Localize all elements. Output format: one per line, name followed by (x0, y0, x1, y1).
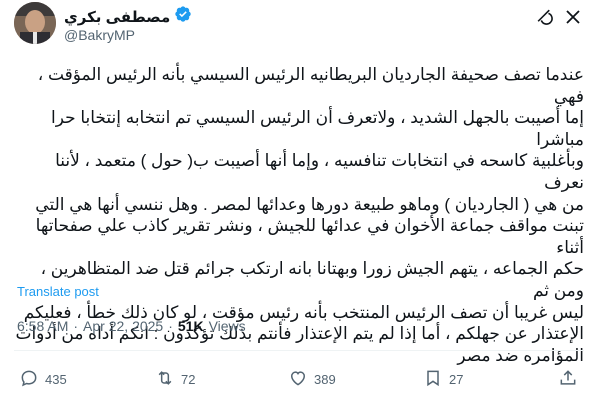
bookmark-icon (423, 368, 443, 391)
repost-icon (155, 368, 175, 391)
author-display-name[interactable]: مصطفى بكري (64, 8, 170, 26)
repost-button[interactable]: 72 (155, 364, 195, 394)
repost-count: 72 (181, 371, 196, 387)
bookmark-button[interactable]: 27 (423, 364, 463, 394)
more-options-button[interactable] (562, 8, 584, 30)
meta-separator: · (73, 318, 79, 334)
reply-button[interactable]: 435 (19, 364, 67, 394)
heart-icon (288, 368, 308, 391)
tweet-date[interactable]: Apr 22, 2025 (83, 318, 163, 334)
tweet-line: وبأغلبية كاسحه في انتخابات تنافسيه ، وإم… (55, 151, 584, 192)
reply-icon (19, 368, 39, 391)
avatar[interactable] (14, 2, 56, 44)
share-button[interactable] (558, 364, 578, 394)
translate-post-link[interactable]: Translate post (17, 284, 99, 299)
tweet-header: مصطفى بكري @BakryMP (0, 0, 598, 60)
views-count[interactable]: 51K (178, 318, 204, 334)
author-handle[interactable]: @BakryMP (64, 27, 135, 43)
tweet-time[interactable]: 6:58 AM (17, 318, 68, 334)
share-icon (558, 368, 578, 391)
tweet-line: إما أصيبت بالجهل الشديد ، ولاتعرف أن الر… (51, 108, 584, 149)
divider (14, 350, 584, 351)
tweet-line: تبنت مواقف جماعة الأخوان في عدائها للجيش… (35, 216, 584, 257)
tweet-line: عندما تصف صحيفة الجارديان البريطانيه الر… (37, 65, 584, 106)
bookmark-count: 27 (449, 371, 464, 387)
tweet-meta: 6:58 AM · Apr 22, 2025 · 51K Views (17, 318, 246, 334)
close-icon (565, 9, 581, 30)
grok-button[interactable] (533, 8, 555, 30)
verified-badge-icon (174, 5, 192, 28)
meta-separator: · (168, 318, 173, 334)
tweet-line: من هي ( الجارديان ) وماهو طبيعة دورها وع… (35, 194, 584, 214)
action-bar: 435 72 389 27 (0, 364, 598, 394)
reply-count: 435 (45, 371, 67, 387)
grok-icon (535, 7, 554, 31)
like-button[interactable]: 389 (288, 364, 336, 394)
like-count: 389 (314, 371, 336, 387)
tweet-line: حكم الجماعه ، يتهم الجيش زورا وبهتانا با… (40, 259, 584, 300)
views-label: Views (208, 318, 246, 334)
